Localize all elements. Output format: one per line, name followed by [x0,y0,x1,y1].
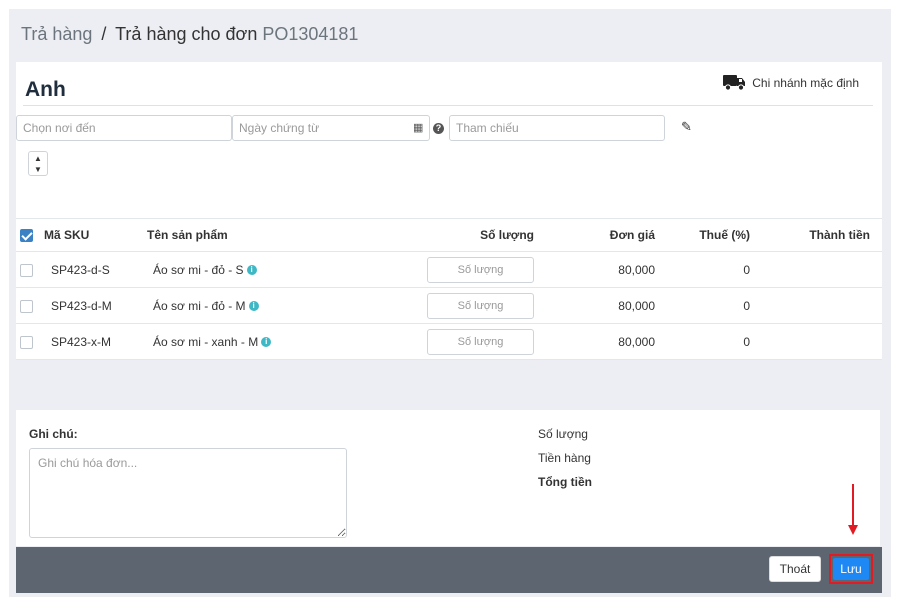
summary-total-label: Tổng tiền [538,475,592,489]
info-icon[interactable]: i [248,301,259,312]
note-summary-card: Ghi chú: Số lượng Tiền hàng Tổng tiền [16,410,880,546]
branch-selector[interactable]: Chi nhánh mặc định [723,74,859,91]
row-price: 80,000 [534,323,655,360]
row-tax: 0 [655,323,750,360]
branch-label: Chi nhánh mặc định [752,75,859,90]
annotation-arrow-head [848,525,858,535]
table-row: SP423-d-M Áo sơ mi - đỏ - Mi 80,000 0 [16,287,882,324]
save-button-highlight: Lưu [829,554,873,584]
row-sku: SP423-x-M [44,323,147,360]
note-textarea[interactable] [29,448,347,538]
breadcrumb-separator: / [101,24,107,44]
row-product-name: Áo sơ mi - xanh - M [153,334,259,349]
row-price: 80,000 [534,251,655,288]
row-sku: SP423-d-M [44,287,147,324]
col-name: Tên sản phẩm [147,218,427,252]
row-checkbox[interactable] [20,299,33,313]
help-icon[interactable]: ? [433,123,444,134]
col-sku: Mã SKU [44,218,147,252]
row-tax: 0 [655,251,750,288]
row-checkbox[interactable] [20,263,33,277]
calendar-icon[interactable]: ▦ [413,121,423,134]
sort-select[interactable]: ▲ ▼ [28,151,48,176]
select-all-checkbox[interactable] [20,229,33,243]
table-row: SP423-x-M Áo sơ mi - xanh - Mi 80,000 0 [16,323,882,360]
quantity-input[interactable] [427,256,534,283]
row-product-name: Áo sơ mi - đỏ - S [153,262,244,277]
supplier-name: Anh [25,78,66,101]
order-card: Anh Chi nhánh mặc định ▦ ? ✎ ▲▼ Mã SKU T… [16,62,882,360]
col-price: Đơn giá [534,218,655,252]
summary-qty-label: Số lượng [538,427,588,441]
quantity-input[interactable] [427,292,534,319]
row-product-name: Áo sơ mi - đỏ - M [153,298,246,313]
col-tax: Thuế (%) [655,218,750,252]
breadcrumb-current: Trả hàng cho đơn [115,24,258,44]
divider [23,105,873,106]
save-button[interactable]: Lưu [833,558,869,580]
row-checkbox[interactable] [20,335,33,349]
col-total: Thành tiền [750,218,882,252]
info-icon[interactable]: i [246,265,257,276]
row-total [750,323,882,360]
row-tax: 0 [655,287,750,324]
document-date-input[interactable] [232,115,430,141]
row-total [750,287,882,324]
pencil-icon[interactable]: ✎ [681,119,692,135]
col-qty: Số lượng [427,218,534,252]
row-sku: SP423-d-S [44,251,147,288]
footer-action-bar: Thoát Lưu [16,547,882,593]
summary-goods-label: Tiền hàng [538,451,591,465]
row-total [750,251,882,288]
destination-input[interactable] [16,115,232,141]
info-icon[interactable]: i [261,337,272,348]
breadcrumb: Trả hàng / Trả hàng cho đơn PO1304181 [21,24,358,45]
note-label: Ghi chú: [29,427,78,441]
table-header-row: Mã SKU Tên sản phẩm Số lượng Đơn giá Thu… [16,218,882,252]
table-row: SP423-d-S Áo sơ mi - đỏ - Si 80,000 0 [16,251,882,288]
items-table: Mã SKU Tên sản phẩm Số lượng Đơn giá Thu… [16,218,882,360]
breadcrumb-root[interactable]: Trả hàng [21,24,92,44]
annotation-arrow [852,484,854,526]
exit-button[interactable]: Thoát [769,556,821,582]
quantity-input[interactable] [427,328,534,355]
reference-input[interactable] [449,115,665,141]
truck-icon [723,75,746,91]
order-code: PO1304181 [262,24,359,44]
row-price: 80,000 [534,287,655,324]
